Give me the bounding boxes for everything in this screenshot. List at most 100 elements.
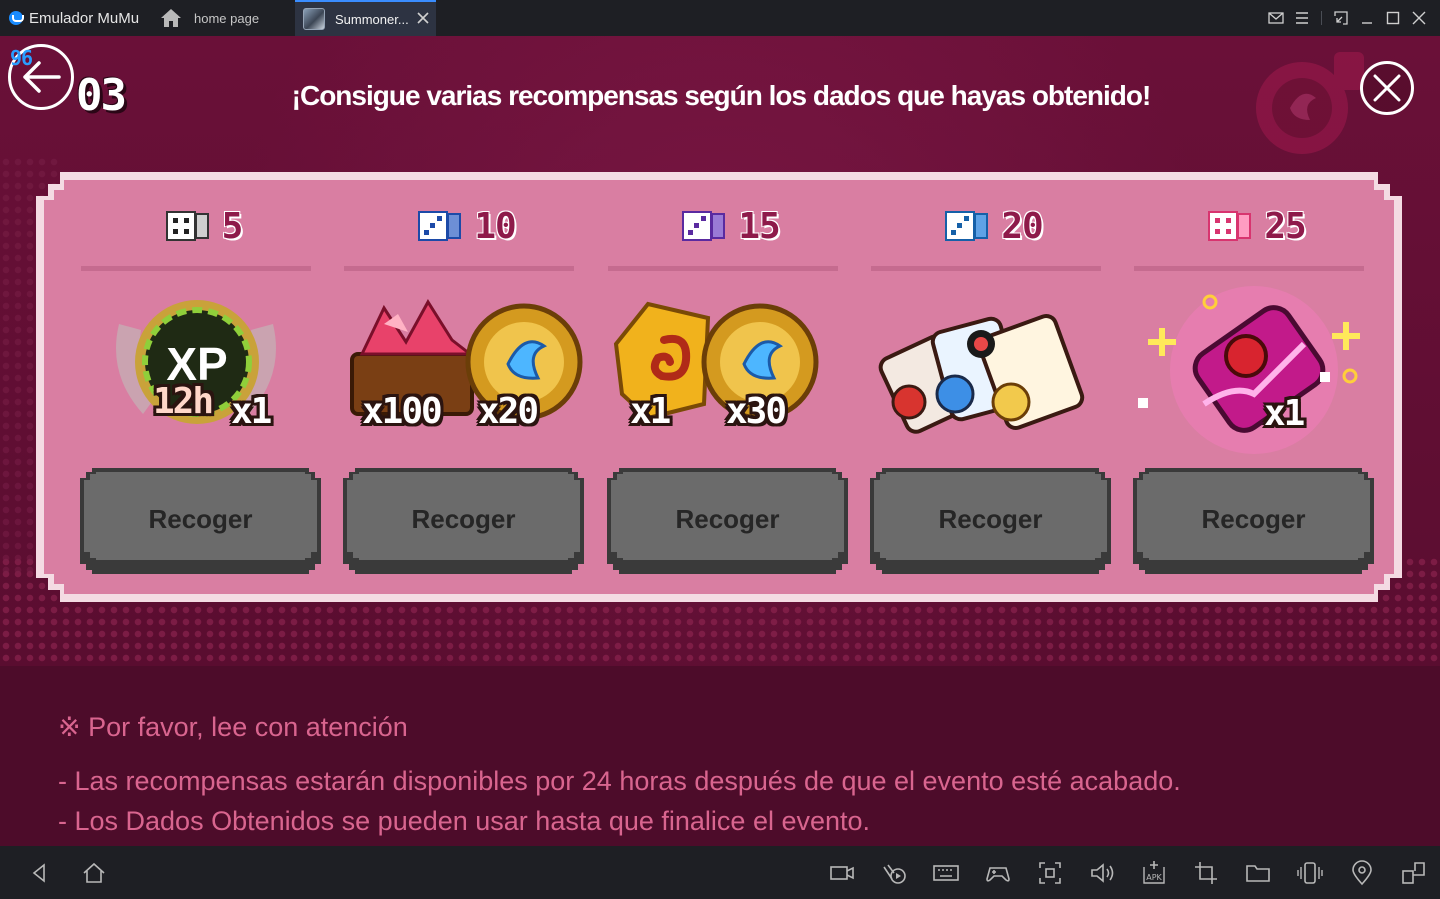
reward-art: x1 x30 <box>608 284 814 454</box>
dice-count: 20 <box>1001 205 1043 247</box>
emulator-toolbar: APK <box>0 846 1440 899</box>
reward-tier-5: 5 XP 12h x1 Recoger <box>44 180 290 594</box>
dice-requirement: 10 <box>344 206 590 246</box>
event-emblem-icon <box>1256 52 1364 154</box>
operation-record-button[interactable] <box>879 858 909 888</box>
game-tab-label: Summoner... <box>335 11 409 27</box>
game-viewport: 96 03 ¡Consigue varias recompensas según… <box>0 36 1440 846</box>
reward-panel: 5 XP 12h x1 Recoger 10 x100 x20 Recoger … <box>44 180 1394 594</box>
fps-counter: 96 <box>10 46 33 70</box>
collect-button[interactable]: Recoger <box>80 468 321 574</box>
volume-icon <box>1091 863 1114 883</box>
tier-divider <box>81 266 311 271</box>
dice-count: 10 <box>474 205 516 247</box>
folder-icon <box>1246 865 1270 882</box>
collect-button-label: Recoger <box>675 504 780 534</box>
dice-count: 15 <box>738 205 780 247</box>
screenshot-icon <box>1039 862 1061 884</box>
reward-tier-20: 20 Recoger <box>834 180 1080 594</box>
collect-button[interactable]: Recoger <box>607 468 848 574</box>
shared-folder-button[interactable] <box>1243 858 1273 888</box>
reward-art <box>871 284 1077 454</box>
reward-quantity: x1 <box>1264 393 1304 434</box>
notes-title: ※ Por favor, lee con atención <box>58 712 408 742</box>
dice-requirement: 20 <box>871 206 1117 246</box>
coin-quantity: x20 <box>478 391 538 432</box>
collect-button-label: Recoger <box>938 504 1043 534</box>
gem-quantity: x100 <box>362 391 441 432</box>
apk-icon: APK <box>1143 861 1165 884</box>
screen-record-button[interactable] <box>827 858 857 888</box>
dice-icon <box>945 210 989 242</box>
dice-count: 5 <box>221 205 243 247</box>
svg-text:APK: APK <box>1146 873 1162 882</box>
swirl-quantity: x1 <box>630 391 670 432</box>
home-tab-label: home page <box>194 10 260 26</box>
back-triangle-icon <box>32 863 45 883</box>
reward-duration: 12h <box>153 381 213 422</box>
keyboard-mapping-button[interactable] <box>931 858 961 888</box>
minimize-button[interactable] <box>1354 0 1380 36</box>
reward-tier-15: 15 x1 x30 Recoger <box>571 180 817 594</box>
xp-boost-badge-icon: XP <box>101 284 307 454</box>
tier-divider <box>1134 266 1364 271</box>
dice-icon <box>1208 210 1252 242</box>
app-brand: Emulador MuMu <box>0 0 160 36</box>
reward-art: XP 12h x1 <box>101 284 307 454</box>
dice-count: 25 <box>1264 205 1306 247</box>
mini-mode-button[interactable] <box>1328 0 1354 36</box>
keyboard-icon <box>933 865 959 881</box>
minimize-icon <box>1362 22 1372 24</box>
close-window-button[interactable] <box>1406 0 1432 36</box>
maximize-icon <box>1386 11 1400 25</box>
close-icon <box>1373 74 1401 102</box>
shake-button[interactable] <box>1295 858 1325 888</box>
gamepad-icon <box>986 867 1010 882</box>
menu-button[interactable] <box>1289 0 1315 36</box>
summon-scrolls-icon <box>871 284 1111 454</box>
collect-button-label: Recoger <box>411 504 516 534</box>
tab-summoner[interactable]: Summoner... <box>295 0 436 36</box>
close-icon <box>1412 11 1426 25</box>
home-outline-icon <box>83 862 105 883</box>
reward-tier-10: 10 x100 x20 Recoger <box>307 180 553 594</box>
location-button[interactable] <box>1347 858 1377 888</box>
reward-art: x1 <box>1134 284 1340 454</box>
multi-instance-button[interactable] <box>1399 858 1429 888</box>
dice-requirement: 25 <box>1134 206 1380 246</box>
macro-record-icon <box>883 864 906 884</box>
page-title: ¡Consigue varias recompensas según los d… <box>291 80 1152 111</box>
mail-icon <box>1268 12 1284 24</box>
screenshot-button[interactable] <box>1035 858 1065 888</box>
note-line: - Las recompensas estarán disponibles po… <box>58 766 1181 796</box>
android-back-button[interactable] <box>24 858 54 888</box>
reward-art: x100 x20 <box>344 284 550 454</box>
tier-divider <box>871 266 1101 271</box>
step-number: 03 <box>76 70 127 121</box>
crop-button[interactable] <box>1191 858 1221 888</box>
legendary-scroll-icon <box>1134 284 1374 464</box>
location-pin-icon <box>1352 860 1372 886</box>
collect-button-label: Recoger <box>148 504 253 534</box>
controls-separator <box>1321 11 1322 25</box>
game-thumbnail-icon <box>303 8 325 30</box>
install-apk-button[interactable]: APK <box>1139 858 1169 888</box>
android-home-button[interactable] <box>79 858 109 888</box>
gamepad-button[interactable] <box>983 858 1013 888</box>
volume-button[interactable] <box>1087 858 1117 888</box>
collect-button[interactable]: Recoger <box>870 468 1111 574</box>
maximize-button[interactable] <box>1380 0 1406 36</box>
multi-window-icon <box>1402 862 1425 884</box>
mail-button[interactable] <box>1263 0 1289 36</box>
app-name: Emulador MuMu <box>29 9 140 27</box>
tab-home-page[interactable]: home page <box>160 0 295 36</box>
tab-close-icon[interactable] <box>416 11 430 25</box>
home-icon <box>161 9 181 27</box>
mini-window-icon <box>1334 11 1348 25</box>
dice-requirement: 15 <box>608 206 854 246</box>
close-button[interactable] <box>1360 61 1414 115</box>
title-bar: Emulador MuMu home page Summoner... <box>0 0 1440 36</box>
collect-button[interactable]: Recoger <box>1133 468 1374 574</box>
collect-button[interactable]: Recoger <box>343 468 584 574</box>
dice-requirement: 5 <box>81 206 327 246</box>
